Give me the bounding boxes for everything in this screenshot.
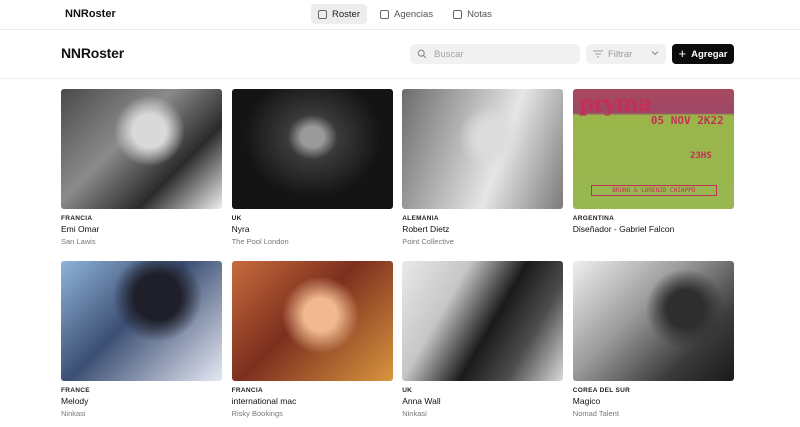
agencias-icon	[379, 9, 389, 19]
page-title: NNRoster	[61, 45, 124, 61]
artist-agency: Ninkasi	[61, 409, 86, 418]
artist-card[interactable]: FRANCIA Emi Omar San Lawis	[61, 89, 222, 261]
artist-card[interactable]: FRANCE Melody Ninkasi	[61, 261, 222, 427]
chevron-down-icon	[651, 51, 659, 56]
artist-photo	[231, 89, 393, 209]
artist-poster: pryma 05 NOV 2K22 23HS BRUNO & LORENZO C…	[572, 89, 734, 209]
artist-country: COREA DEL SUR	[572, 387, 631, 394]
tab-agencias-label: Agencias	[393, 8, 434, 20]
artist-name: Anna Wall	[402, 396, 441, 406]
brand-logo[interactable]: NNRoster	[65, 8, 116, 20]
artist-country: FRANCE	[61, 387, 90, 394]
artist-name: Diseñador - Gabriel Falcon	[572, 224, 675, 234]
search-box[interactable]	[410, 44, 580, 64]
add-button[interactable]: + Agregar	[672, 44, 734, 64]
artist-name: international mac	[231, 396, 297, 406]
artist-name: Melody	[61, 396, 89, 406]
artist-name: Emi Omar	[61, 224, 100, 234]
artist-agency: Point Collective	[402, 237, 454, 246]
artist-country: ARGENTINA	[572, 215, 615, 222]
artist-name: Magico	[572, 396, 601, 406]
artist-grid: FRANCIA Emi Omar San Lawis UK Nyra The P…	[61, 89, 734, 427]
poster-date: 05 NOV 2K22	[650, 114, 724, 127]
tab-roster[interactable]: Roster	[311, 4, 367, 24]
top-navbar: NNRoster Roster Agencias Notas	[0, 0, 800, 30]
tab-agencias[interactable]: Agencias	[373, 4, 440, 24]
artist-card[interactable]: COREA DEL SUR Magico Nomad Talent	[572, 261, 734, 427]
artist-agency: The Pool London	[231, 237, 289, 246]
filter-label: Filtrar	[608, 48, 633, 60]
tab-notas[interactable]: Notas	[446, 4, 499, 24]
artist-name: Robert Dietz	[402, 224, 450, 234]
poster-time: 23HS	[690, 151, 712, 161]
artist-card[interactable]: ALEMANIA Robert Dietz Point Collective	[402, 89, 564, 261]
artist-card[interactable]: FRANCIA international mac Risky Bookings	[231, 261, 393, 427]
artist-country: FRANCIA	[61, 215, 93, 222]
roster-icon	[318, 9, 327, 19]
notas-icon	[453, 9, 463, 19]
artist-agency: Risky Bookings	[231, 409, 283, 418]
artist-name: Nyra	[231, 224, 250, 234]
artist-card[interactable]: UK Nyra The Pool London	[231, 89, 393, 261]
artist-photo	[61, 261, 222, 381]
artist-photo	[572, 261, 734, 381]
search-input[interactable]	[434, 48, 574, 60]
filter-select[interactable]: Filtrar	[586, 44, 666, 64]
artist-country: UK	[402, 387, 413, 394]
artist-agency: Nomad Talent	[572, 409, 619, 418]
artist-photo	[402, 261, 564, 381]
plus-icon: +	[678, 45, 687, 61]
filter-icon	[593, 50, 603, 58]
artist-card[interactable]: pryma 05 NOV 2K22 23HS BRUNO & LORENZO C…	[572, 89, 734, 261]
main-nav: Roster Agencias Notas	[311, 4, 505, 24]
artist-country: UK	[231, 215, 242, 222]
poster-lineup: BRUNO & LORENZO CHIAPPO	[590, 185, 717, 196]
artist-photo	[61, 89, 222, 209]
artist-agency: Ninkasi	[402, 409, 427, 418]
artist-card[interactable]: UK Anna Wall Ninkasi	[402, 261, 564, 427]
add-button-label: Agregar	[691, 48, 728, 60]
artist-country: ALEMANIA	[402, 215, 439, 222]
artist-photo	[231, 261, 393, 381]
artist-agency: San Lawis	[61, 237, 96, 246]
tab-roster-label: Roster	[332, 8, 360, 20]
tab-notas-label: Notas	[467, 8, 492, 20]
page-header: NNRoster Filtrar + Agregar	[0, 31, 800, 79]
artist-country: FRANCIA	[231, 387, 263, 394]
search-icon	[417, 49, 427, 59]
artist-photo	[402, 89, 564, 209]
